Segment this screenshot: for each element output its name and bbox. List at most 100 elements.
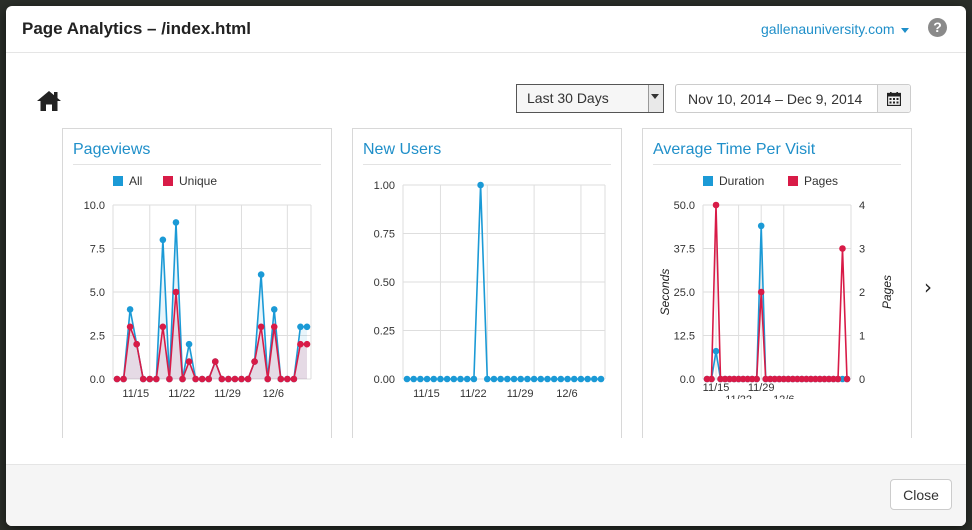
- new-users-data-point: [457, 375, 464, 383]
- new-users-x-tick-label: 11/22: [460, 388, 487, 399]
- new-users-data-point: [423, 375, 431, 383]
- new-users-chart: 0.00 0.25 0.50 0.75 1.00 11/15 11/22 11/29 12/6: [374, 180, 606, 399]
- pageviews-legend-label: All: [129, 174, 142, 188]
- pageviews-x-tick-label: 12/6: [263, 388, 284, 399]
- new-users-data-point: [597, 375, 605, 383]
- avg-time-y-tick-label: 25.0: [674, 287, 695, 299]
- new-users-data-point: [577, 375, 585, 383]
- pageviews-data-point: [284, 375, 291, 383]
- new-users-data-point: [483, 375, 491, 383]
- calendar-icon: [887, 92, 901, 106]
- new-users-data-point: [443, 375, 451, 383]
- pageviews-data-point: [185, 340, 193, 348]
- pageviews-data-point: [159, 323, 167, 331]
- new-users-data-point: [544, 375, 551, 383]
- close-button[interactable]: Close: [890, 479, 952, 510]
- pageviews-panel-title[interactable]: Pageviews: [73, 141, 150, 159]
- pageviews-data-point: [231, 375, 239, 383]
- new-users-data-point: [504, 375, 511, 383]
- help-icon[interactable]: ?: [928, 18, 947, 37]
- pageviews-data-point: [172, 219, 180, 226]
- new-users-data-point: [530, 375, 538, 383]
- new-users-data-point: [591, 375, 598, 383]
- average-time-panel-title[interactable]: Average Time Per Visit: [653, 141, 815, 159]
- pageviews-data-point: [270, 323, 278, 331]
- avg-time-legend-label: Duration: [719, 174, 764, 188]
- average-time-panel: Average Time Per Visit 0.0 12.5 25.0 37.5 50…: [642, 128, 912, 438]
- avg-time-x-tick-label: 11/29: [748, 382, 775, 394]
- avg-time-data-point: [839, 245, 846, 252]
- new-users-data-point: [524, 375, 531, 383]
- pageviews-data-point: [244, 375, 252, 383]
- pageviews-y-tick-label: 7.5: [90, 244, 105, 256]
- new-users-panel-title[interactable]: New Users: [363, 141, 441, 159]
- new-users-x-tick-label: 11/15: [413, 388, 440, 399]
- next-charts-arrow[interactable]: ›: [924, 275, 932, 299]
- avg-time-data-point: [834, 375, 842, 383]
- panel-divider: [73, 164, 321, 165]
- avg-time-data-point: [757, 222, 765, 230]
- new-users-data-point: [497, 375, 504, 383]
- pageviews-panel: Pageviews 0.0 2.5 5.0 7.5 10.0 11/15 11/22 11/2…: [62, 128, 332, 438]
- new-users-data-point: [557, 375, 565, 383]
- pageviews-data-point: [153, 375, 160, 383]
- pageviews-data-point: [198, 375, 206, 383]
- new-users-data-point: [470, 375, 478, 383]
- pageviews-y-tick-label: 2.5: [90, 331, 105, 343]
- pageviews-data-point: [126, 306, 134, 313]
- pageviews-x-tick-label: 11/29: [214, 388, 241, 399]
- pageviews-data-point: [211, 358, 219, 365]
- new-users-data-point: [517, 375, 525, 383]
- pageviews-data-point: [264, 375, 271, 383]
- pageviews-x-tick-label: 11/22: [168, 388, 195, 399]
- avg-time-legend-label: Pages: [804, 174, 838, 188]
- new-users-y-tick-label: 0.00: [374, 374, 395, 386]
- avg-time-y2-tick-label: 3: [859, 244, 865, 256]
- pageviews-y-tick-label: 10.0: [84, 200, 105, 212]
- pageviews-data-point: [126, 323, 134, 331]
- new-users-data-point: [410, 375, 417, 383]
- avg-time-y2-axis-label: Pages: [880, 275, 894, 309]
- avg-time-y-tick-label: 37.5: [674, 244, 695, 256]
- pageviews-data-point: [192, 375, 199, 383]
- pageviews-data-point: [303, 340, 311, 348]
- pageviews-data-point: [297, 323, 304, 331]
- pageviews-data-point: [139, 375, 147, 383]
- pageviews-data-point: [238, 375, 245, 383]
- new-users-data-point: [430, 375, 438, 383]
- home-icon[interactable]: [36, 89, 62, 113]
- pageviews-data-point: [179, 375, 186, 383]
- page-analytics-dialog: Page Analytics – /index.html gallenauniv…: [6, 6, 966, 526]
- avg-time-y2-tick-label: 1: [859, 331, 865, 343]
- pageviews-data-point: [166, 375, 173, 383]
- avg-time-data-point: [753, 375, 760, 383]
- new-users-y-tick-label: 0.25: [374, 326, 395, 338]
- site-dropdown[interactable]: gallenauniversity.com: [761, 21, 909, 37]
- new-users-data-point: [477, 181, 484, 189]
- avg-time-data-point: [843, 375, 851, 383]
- pageviews-legend-label: Unique: [179, 174, 217, 188]
- avg-time-y2-tick-label: 2: [859, 287, 865, 299]
- select-arrow-icon: [648, 85, 663, 112]
- pageviews-data-point: [205, 375, 213, 383]
- new-users-x-tick-label: 11/29: [507, 388, 534, 399]
- avg-time-legend-swatch: [788, 176, 798, 186]
- pageviews-data-point: [303, 323, 311, 331]
- dialog-header: Page Analytics – /index.html gallenauniv…: [6, 6, 966, 53]
- panel-divider: [363, 164, 611, 165]
- pageviews-data-point: [159, 236, 167, 244]
- pageviews-legend-swatch: [113, 176, 123, 186]
- caret-down-icon: [900, 27, 909, 33]
- new-users-data-point: [437, 375, 444, 383]
- avg-time-x-tick-label: 12/6: [773, 394, 794, 399]
- calendar-button[interactable]: [877, 85, 910, 112]
- pageviews-data-point: [218, 375, 226, 383]
- pageviews-data-point: [120, 375, 127, 383]
- pageviews-data-point: [185, 358, 193, 365]
- date-range-field[interactable]: Nov 10, 2014 – Dec 9, 2014: [675, 84, 911, 113]
- new-users-data-point: [417, 375, 424, 383]
- avg-time-data-point: [757, 288, 765, 296]
- new-users-data-point: [403, 375, 411, 383]
- date-range-select[interactable]: Last 30 Days: [516, 84, 664, 113]
- avg-time-y-tick-label: 50.0: [674, 200, 695, 212]
